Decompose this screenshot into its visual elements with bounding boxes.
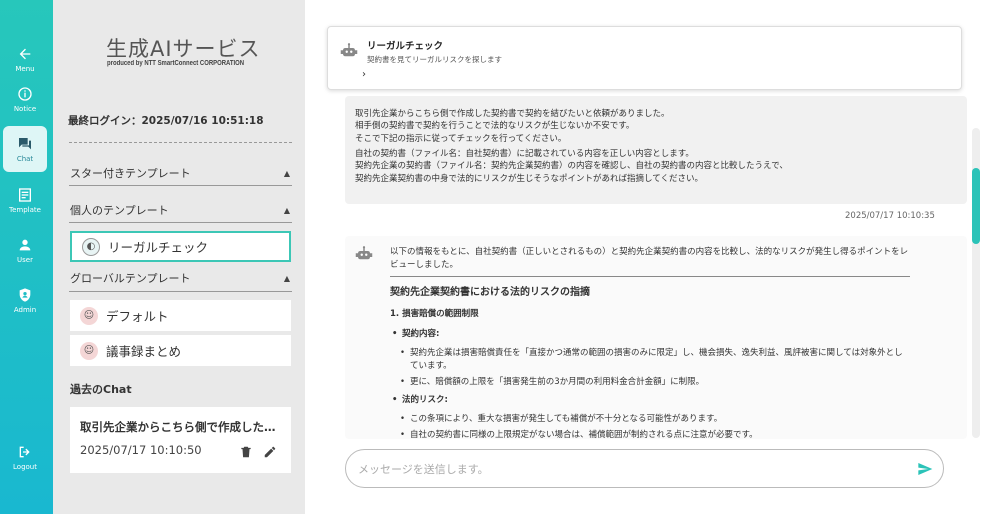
menu-label: Menu [15,64,35,73]
list-item: 契約内容: [390,328,910,341]
list-item: 契約先企業は損害賠償責任を「直接かつ通常の範囲の損害のみに限定」し、機会損失、逸… [390,347,910,373]
list-item: この条項により、重大な損害が発生しても補償が不十分となる可能性があります。 [390,413,910,426]
starred-templates-label: スター付きテンプレート [70,167,191,180]
template-icon [19,187,31,202]
divider [390,275,910,277]
logout-button[interactable]: Logout [3,434,47,480]
template-label: デフォルト [106,309,169,324]
last-login: 最終ログイン：2025/07/16 10:51:18 [68,115,264,127]
shield-icon [19,287,31,302]
list-item: 法的リスク: [390,394,910,407]
admin-label: Admin [13,305,37,314]
divider [69,185,292,186]
notice-button[interactable]: Notice [3,76,47,122]
person-avatar-icon: ☺ [80,341,98,360]
user-label: User [17,255,33,264]
robot-avatar-icon: ◐ [82,237,100,256]
template-card-subtitle: 契約書を見てリーガルリスクを探します [367,55,502,64]
send-icon[interactable] [917,461,933,477]
sidebar: 生成AIサービス produced by NTT SmartConnect CO… [53,0,305,514]
assistant-message: 以下の情報をもとに、自社契約書（正しいとされるもの）と契約先企業契約書の内容を比… [345,236,967,439]
assistant-message-body: 以下の情報をもとに、自社契約書（正しいとされるもの）と契約先企業契約書の内容を比… [390,246,910,439]
admin-button[interactable]: Admin [3,277,47,323]
left-rail: Menu Notice Chat Template User Admin Log… [0,0,53,514]
list-item: 自社の契約書に同様の上限規定がない場合は、補償範囲が制約される点に注意が必要です… [390,429,910,439]
template-button[interactable]: Template [3,177,47,223]
message-timestamp: 2025/07/17 10:10:35 [845,211,935,221]
message-input[interactable] [358,458,898,480]
scrollbar-thumb[interactable] [972,168,980,244]
user-button[interactable]: User [3,227,47,273]
caret-up-icon[interactable]: ▲ [284,169,290,178]
past-chat-label: 過去のChat [70,383,132,396]
assistant-heading: 契約先企業契約書における法的リスクの指摘 [390,286,590,298]
assistant-intro: 以下の情報をもとに、自社契約書（正しいとされるもの）と契約先企業契約書の内容を比… [390,247,909,270]
template-label: Template [9,205,41,214]
brand-subtitle: produced by NTT SmartConnect CORPORATION [107,60,245,67]
template-card[interactable]: リーガルチェック 契約書を見てリーガルリスクを探します › [327,26,962,90]
global-templates-header[interactable]: グローバルテンプレート ▲ [70,270,290,286]
logout-label: Logout [13,462,37,471]
divider [69,142,292,143]
text-line: 取引先企業からこちら側で作成した契約書で契約を結びたいと依頼がありました。 [355,109,670,119]
robot-icon [355,246,373,260]
caret-up-icon[interactable]: ▲ [284,206,290,215]
user-message-paragraph: 取引先企業からこちら側で作成した契約書で契約を結びたいと依頼がありました。 相手… [355,108,957,145]
person-avatar-icon: ☺ [80,306,98,325]
brand-title: 生成AIサービス [106,37,261,61]
info-icon [18,86,32,101]
user-message-paragraph: 自社の契約書（ファイル名：自社契約書）に記載されている内容を正しい内容とします。… [355,148,957,185]
global-templates-label: グローバルテンプレート [70,272,191,285]
text-line: 自社の契約書（ファイル名：自社契約書）に記載されている内容を正しい内容とします。 [355,148,694,159]
logout-icon [19,446,30,457]
trash-icon[interactable] [239,445,253,459]
template-card-title: リーガルチェック [367,41,444,52]
chat-main: リーガルチェック 契約書を見てリーガルリスクを探します › 取引先企業からこちら… [305,0,996,514]
divider [69,291,292,292]
message-input-box[interactable] [345,449,944,488]
template-item-minutes[interactable]: ☺ 議事録まとめ [70,335,291,366]
text-line: そこで下記の指示に従ってチェックを行ってください。 [355,133,567,144]
template-label: 議事録まとめ [106,344,182,359]
assistant-subheading: 1. 損害賠償の範囲制限 [390,308,479,319]
past-chat-actions [239,445,277,459]
arrow-left-icon [19,48,31,59]
list-item: 更に、賠償額の上限を「損害発生前の3か月間の利用料金合計金額」に制限。 [390,376,910,389]
caret-up-icon[interactable]: ▲ [284,274,290,283]
chat-button[interactable]: Chat [3,126,47,172]
divider [69,222,292,223]
text-line: 契約先企業の契約書（ファイル名：契約先企業契約書）の内容を確認し、自社の契約書の… [355,161,788,172]
starred-templates-header[interactable]: スター付きテンプレート ▲ [70,165,290,181]
template-item-legal-check[interactable]: ◐ リーガルチェック [70,231,291,262]
robot-icon [340,43,358,57]
chat-label: Chat [16,154,34,163]
chevron-right-icon[interactable]: › [362,69,366,80]
user-icon [19,239,31,250]
text-line: 契約先企業契約書の中身で法的にリスクが生じそうなポイントがあれば指摘してください… [355,173,703,184]
past-chat-title: 取引先企業からこちら側で作成した契約書で契約を結びたいと依頼がありました。 [80,420,281,434]
notice-label: Notice [13,104,37,113]
user-message: 取引先企業からこちら側で作成した契約書で契約を結びたいと依頼がありました。 相手… [345,96,967,204]
text-line: 相手側の契約書で契約を行うことで法的なリスクが生じないか不安です。 [355,121,635,132]
personal-templates-header[interactable]: 個人のテンプレート ▲ [70,202,290,218]
personal-templates-label: 個人のテンプレート [70,204,169,217]
pencil-icon[interactable] [263,445,277,459]
template-item-default[interactable]: ☺ デフォルト [70,300,291,331]
chat-icon [19,137,31,149]
past-chat-item[interactable]: 取引先企業からこちら側で作成した契約書で契約を結びたいと依頼がありました。 20… [70,407,291,473]
template-label: リーガルチェック [108,240,209,255]
